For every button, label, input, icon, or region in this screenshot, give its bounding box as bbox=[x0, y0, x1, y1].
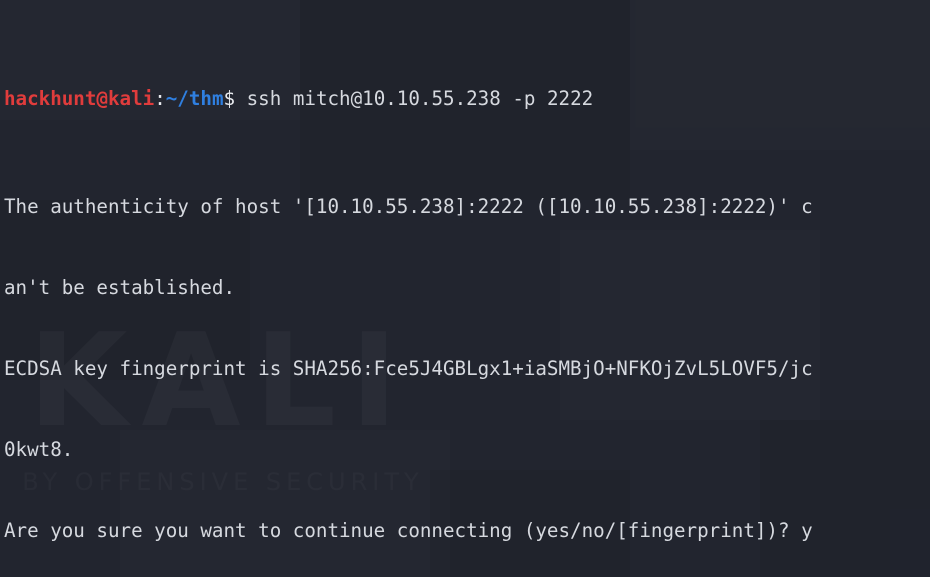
prompt-line: hackhunt@kali:~/thm$ ssh mitch@10.10.55.… bbox=[4, 85, 930, 112]
output-line: Are you sure you want to continue connec… bbox=[4, 519, 813, 542]
terminal-window[interactable]: KALI BY OFFENSIVE SECURITY hackhunt@kali… bbox=[0, 0, 930, 577]
output-line: The authenticity of host '[10.10.55.238]… bbox=[4, 195, 813, 218]
prompt-symbol: $ bbox=[223, 87, 236, 110]
terminal-screen[interactable]: hackhunt@kali:~/thm$ ssh mitch@10.10.55.… bbox=[0, 0, 930, 577]
output-line: ECDSA key fingerprint is SHA256:Fce5J4GB… bbox=[4, 357, 813, 380]
prompt-separator: : bbox=[154, 87, 166, 110]
command-input[interactable]: ssh mitch@10.10.55.238 -p 2222 bbox=[235, 87, 594, 110]
output-line: 0kwt8. bbox=[4, 438, 74, 461]
output-line: an't be established. bbox=[4, 276, 236, 299]
prompt-path: ~/thm bbox=[165, 87, 224, 110]
prompt-user-host: hackhunt@kali bbox=[4, 87, 155, 110]
